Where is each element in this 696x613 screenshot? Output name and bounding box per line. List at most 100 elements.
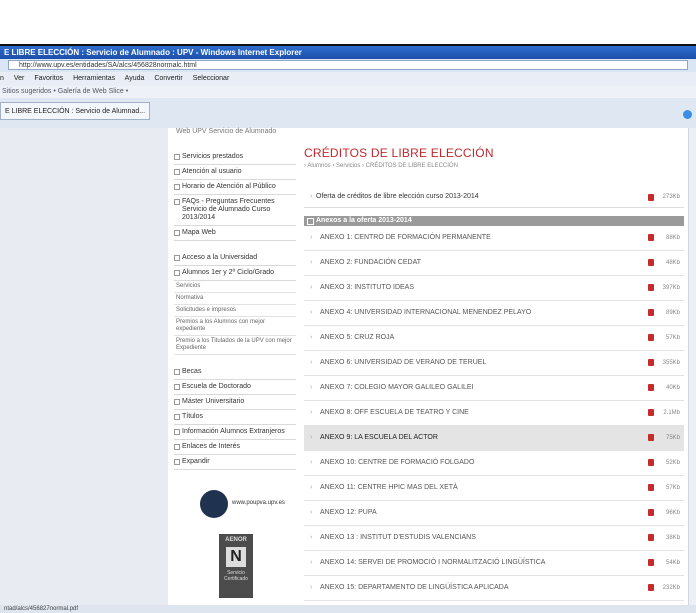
browser-tab[interactable]: E LIBRE ELECCIÓN : Servicio de Alumnad..… [0, 102, 150, 120]
file-size: 57Kb [665, 485, 680, 491]
sidebar-item-horario[interactable]: Horario de Atención al Público [174, 180, 296, 195]
bullet-arrow-icon: › [310, 284, 313, 291]
annex-link[interactable]: › ANEXO 11: CENTRE HPIC MAS DEL XETÀ 57Kb [304, 476, 684, 501]
logo-circle-icon [200, 490, 228, 518]
window-title: E LIBRE ELECCIÓN : Servicio de Alumnado … [0, 46, 696, 59]
annex-link[interactable]: › ANEXO 2: FUNDACIÓN CEDAT 48Kb [304, 251, 684, 276]
sidebar-item-atencion[interactable]: Atención al usuario [174, 165, 296, 180]
menu-item-herramientas[interactable]: Herramientas [73, 75, 115, 82]
annex-link[interactable]: › ANEXO 3: INSTITUTO IDEAS 397Kb [304, 276, 684, 301]
logo-url: www.poupva.upv.es [232, 500, 285, 506]
left-gutter [0, 128, 168, 605]
top-nav[interactable]: Web UPV Servicio de Alumnado [176, 128, 276, 135]
annex-link[interactable]: › ANEXO 6: UNIVERSIDAD DE VERANO DE TERUE… [304, 351, 684, 376]
bullet-arrow-icon: › [310, 559, 313, 566]
sidebar-subitem[interactable]: Solicitudes e impresos [174, 305, 296, 317]
menu-item[interactable]: n [0, 75, 4, 82]
select-button[interactable]: Seleccionar [193, 75, 230, 82]
sidebar-subitem[interactable]: Premios a los Alumnos con mejor expedien… [174, 317, 296, 336]
blank-header [0, 0, 696, 46]
annex-label: ANEXO 7: COLEGIO MAYOR GALILEO GALILEI [320, 384, 474, 391]
sidebar-item-enlaces[interactable]: Enlaces de Interés [174, 440, 296, 455]
pdf-icon [648, 484, 654, 491]
bullet-arrow-icon: › [310, 509, 313, 516]
bullet-arrow-icon: › [310, 259, 313, 266]
aenor-sub: Servicio Certificado [224, 570, 248, 582]
annex-label: ANEXO 4: UNIVERSIDAD INTERNACIONAL MENEN… [320, 309, 532, 316]
annex-link[interactable]: › ANEXO 15: DEPARTAMENTO DE LINGÜÍSTICA A… [304, 576, 684, 601]
file-size: 48Kb [665, 260, 680, 266]
refresh-icon[interactable] [683, 110, 692, 119]
page-title: CRÉDITOS DE LIBRE ELECCIÓN [304, 146, 494, 160]
status-bar: ntad/alcs/456827normal.pdf [0, 605, 696, 613]
bullet-arrow-icon: › [310, 584, 313, 591]
menu-item-ayuda[interactable]: Ayuda [125, 75, 145, 82]
favorites-bar[interactable]: Sitios sugeridos • Galería de Web Slice … [0, 86, 696, 98]
annex-link[interactable]: › ANEXO 5: CRUZ ROJA 57Kb [304, 326, 684, 351]
annex-link[interactable]: › ANEXO 12: PUPA 96Kb [304, 501, 684, 526]
sidebar-item-extranjeros[interactable]: Información Alumnos Extranjeros [174, 425, 296, 440]
annex-label: ANEXO 12: PUPA [320, 509, 377, 516]
sidebar-subitem[interactable]: Premio a los Titulados de la UPV con mej… [174, 336, 296, 355]
file-size: 89Kb [665, 310, 680, 316]
annex-label: ANEXO 6: UNIVERSIDAD DE VERANO DE TERUEL [320, 359, 487, 366]
section-header[interactable]: Anexos a la oferta 2013-2014 [304, 216, 684, 226]
sidebar-item-becas[interactable]: Becas [174, 365, 296, 380]
sidebar-item-alumnos[interactable]: Alumnos 1er y 2º Ciclo/Grado [174, 266, 296, 281]
annex-link[interactable]: › ANEXO 10: CENTRE DE FORMACIÓ FOLGADO 52K… [304, 451, 684, 476]
file-size: 38Kb [665, 535, 680, 541]
pdf-icon [648, 259, 654, 266]
pdf-icon [648, 434, 654, 441]
annex-link[interactable]: › ANEXO 1: CENTRO DE FORMACIÓN PERMANENTE… [304, 226, 684, 251]
sidebar-item-titulos[interactable]: Títulos [174, 410, 296, 425]
aenor-letter: N [226, 547, 246, 567]
pdf-icon [648, 334, 654, 341]
sidebar-item-expandir[interactable]: Expandir [174, 455, 296, 470]
annex-link[interactable]: › ANEXO 14: SERVEI DE PROMOCIÓ I NORMALIT… [304, 551, 684, 576]
vertical-scrollbar[interactable] [688, 128, 696, 605]
upv-logo[interactable]: www.poupva.upv.es [200, 490, 288, 520]
aenor-seal: AENOR N Servicio Certificado [219, 534, 253, 598]
annex-label: ANEXO 10: CENTRE DE FORMACIÓ FOLGADO [320, 459, 475, 466]
sidebar-subitem[interactable]: Normativa [174, 293, 296, 305]
pdf-icon [648, 559, 654, 566]
pdf-icon [648, 309, 654, 316]
sidebar-item-acceso[interactable]: Acceso a la Universidad [174, 251, 296, 266]
menu-item-ver[interactable]: Ver [14, 75, 25, 82]
sidebar-item-mapa[interactable]: Mapa Web [174, 226, 296, 241]
bullet-arrow-icon: › [310, 409, 313, 416]
annex-label: ANEXO 14: SERVEI DE PROMOCIÓ I NORMALITZ… [320, 559, 546, 566]
annex-link[interactable]: › ANEXO 7: COLEGIO MAYOR GALILEO GALILEI 4… [304, 376, 684, 401]
file-size: 397Kb [662, 285, 680, 291]
pdf-icon [648, 584, 654, 591]
breadcrumb[interactable]: › Alumnos › Servicios › CRÉDITOS DE LIBR… [304, 163, 684, 169]
annex-label: ANEXO 1: CENTRO DE FORMACIÓN PERMANENTE [320, 234, 491, 241]
bullet-arrow-icon: › [310, 193, 313, 200]
sidebar-item-master[interactable]: Máster Universitario [174, 395, 296, 410]
sidebar-item-faqs[interactable]: FAQs - Preguntas Frecuentes Servicio de … [174, 195, 296, 226]
menu-item-favoritos[interactable]: Favoritos [34, 75, 63, 82]
pdf-icon [648, 459, 654, 466]
pdf-icon [648, 384, 654, 391]
offer-link[interactable]: › Oferta de créditos de libre elección c… [304, 187, 684, 208]
convert-button[interactable]: Convertir [154, 75, 182, 82]
bullet-arrow-icon: › [310, 334, 313, 341]
pdf-icon [648, 534, 654, 541]
annex-label: ANEXO 5: CRUZ ROJA [320, 334, 395, 341]
address-input[interactable]: http://www.upv.es/entidades/SA/alcs/4568… [8, 60, 688, 70]
page-content: Web UPV Servicio de Alumnado Servicios p… [168, 128, 688, 605]
bullet-arrow-icon: › [310, 459, 313, 466]
pdf-icon [648, 284, 654, 291]
annex-link[interactable]: › ANEXO 4: UNIVERSIDAD INTERNACIONAL MENE… [304, 301, 684, 326]
file-size: 273Kb [662, 194, 680, 200]
sidebar-item-servicios[interactable]: Servicios prestados [174, 150, 296, 165]
annex-link[interactable]: › ANEXO 8: OFF ESCUELA DE TEATRO Y CINE 2.… [304, 401, 684, 426]
annex-link[interactable]: › ANEXO 9: LA ESCUELA DEL ACTOR 75Kb [304, 426, 684, 451]
sidebar-item-doctorado[interactable]: Escuela de Doctorado [174, 380, 296, 395]
file-size: 54Kb [665, 560, 680, 566]
annex-link[interactable]: › ANEXO 13 : INSTITUT D'ESTUDIS VALENCIAN… [304, 526, 684, 551]
pdf-icon [648, 359, 654, 366]
file-size: 88Kb [665, 235, 680, 241]
sidebar-subitem[interactable]: Servicios [174, 281, 296, 293]
offer-label: Oferta de créditos de libre elección cur… [316, 193, 479, 200]
